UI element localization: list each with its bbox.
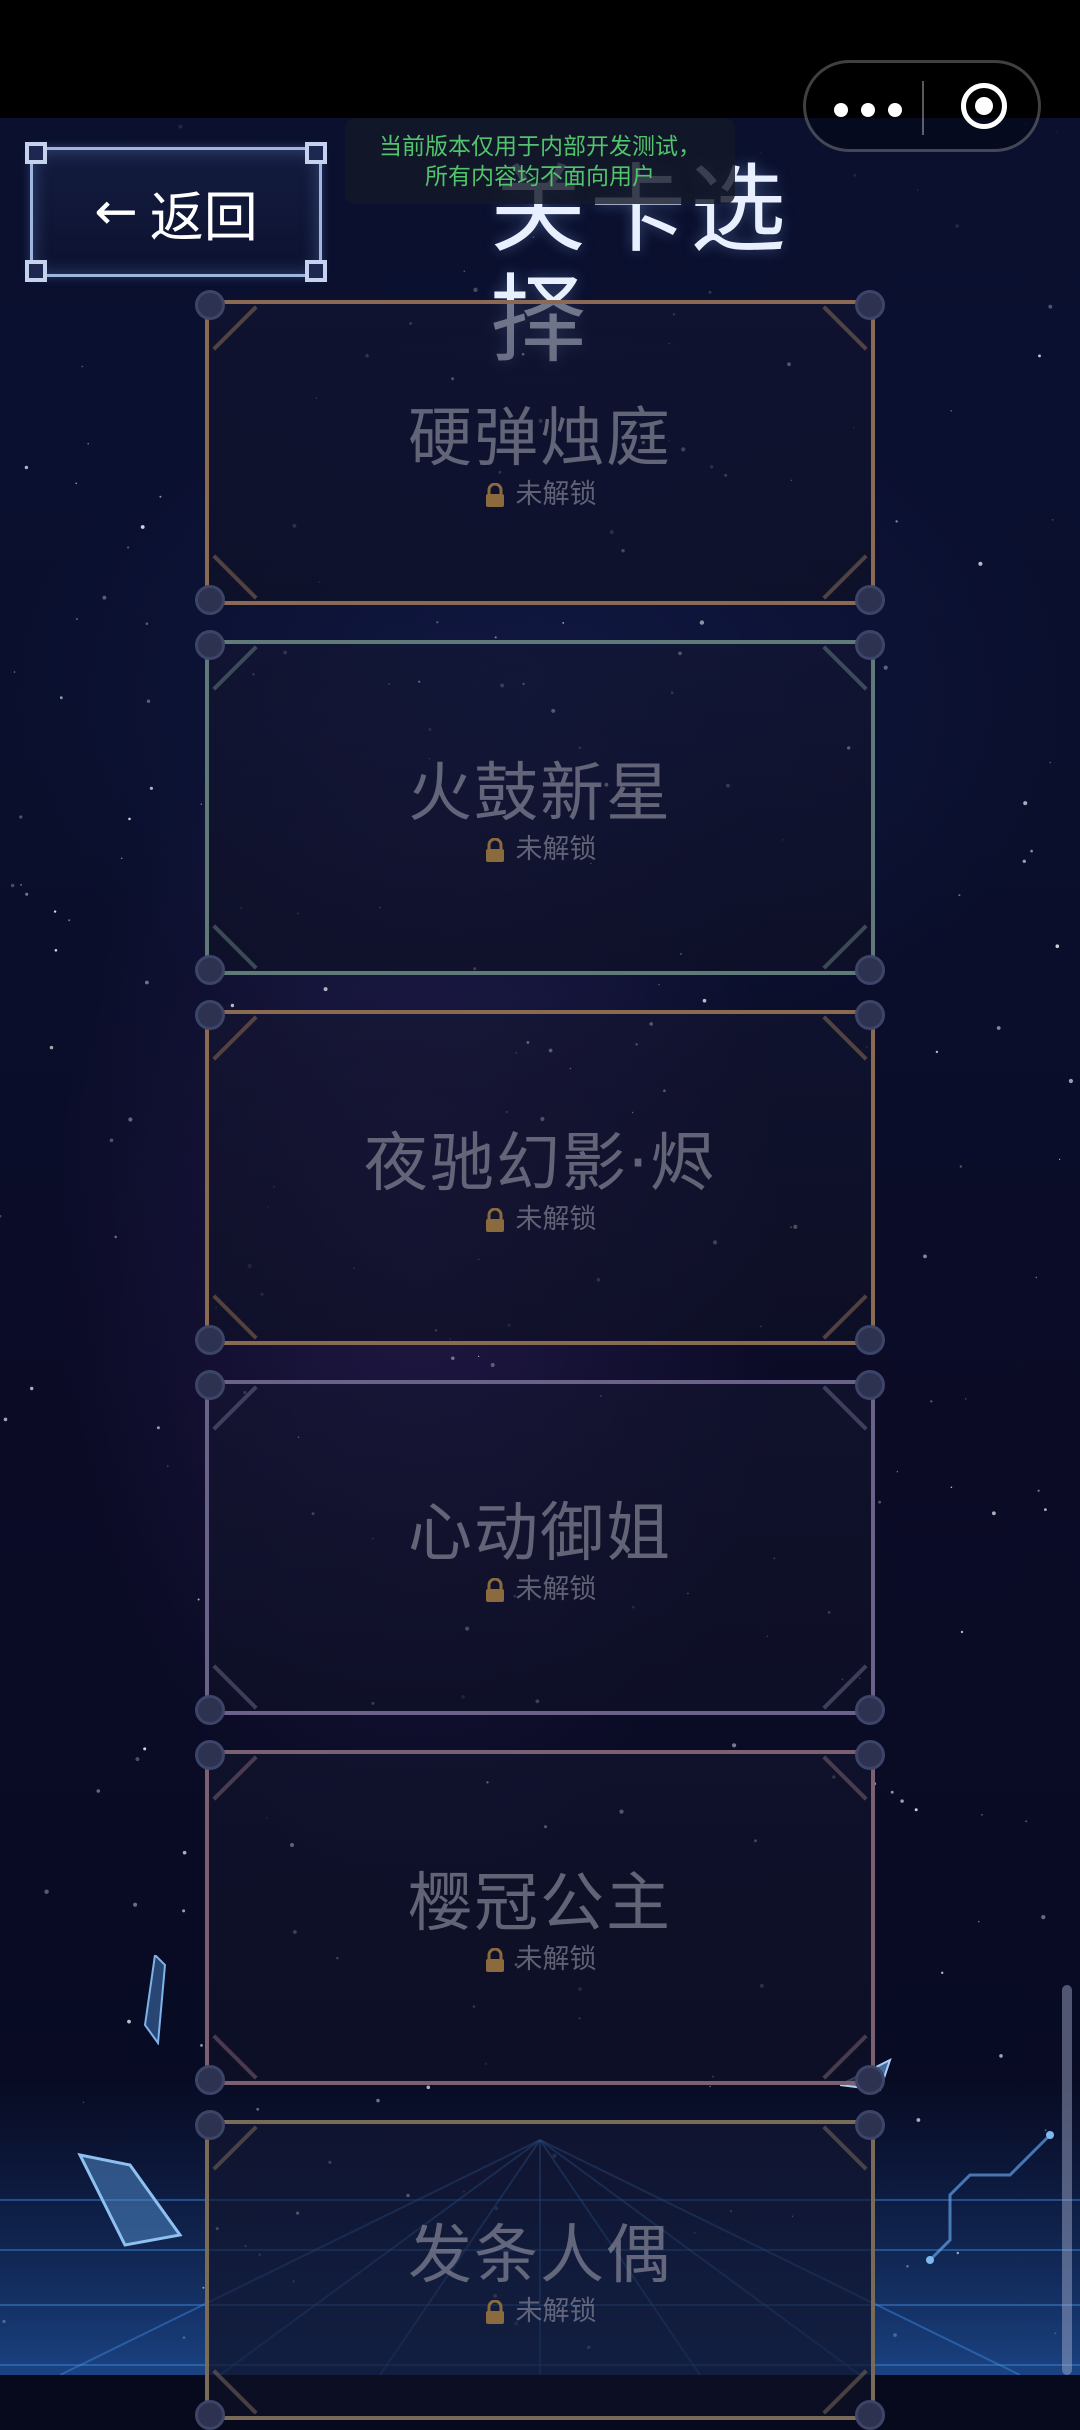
level-status-label: 未解锁 (515, 1203, 597, 1235)
level-card[interactable]: 夜驰幻影·烬 未解锁 (195, 1000, 885, 1355)
level-name: 火鼓新星 (408, 756, 672, 831)
dev-notice-line-2: 所有内容均不面向用户 (425, 164, 655, 190)
card-corner-node-icon (855, 2110, 885, 2140)
card-corner-node-icon (855, 1000, 885, 1030)
level-status-label: 未解锁 (515, 1943, 597, 1975)
card-corner-node-icon (195, 1325, 225, 1355)
dev-notice-line-1: 当前版本仅用于内部开发测试， (379, 134, 701, 160)
level-lock-status: 未解锁 (209, 472, 871, 511)
lock-icon (485, 1207, 504, 1232)
level-name: 硬弹烛庭 (408, 401, 672, 476)
dev-notice-banner: 当前版本仅用于内部开发测试， 所有内容均不面向用户 (345, 118, 735, 204)
level-card[interactable]: 心动御姐 未解锁 (195, 1370, 885, 1725)
level-name: 心动御姐 (408, 1496, 672, 1571)
level-lock-status: 未解锁 (209, 1197, 871, 1236)
back-button[interactable]: ← 返回 (25, 142, 327, 282)
capsule-divider (922, 81, 924, 135)
lock-icon (485, 482, 504, 507)
card-corner-node-icon (195, 2400, 225, 2430)
corner-bracket-icon (25, 260, 47, 282)
card-corner-node-icon (195, 1740, 225, 1770)
card-corner-node-icon (195, 1370, 225, 1400)
lock-icon (485, 1577, 504, 1602)
arrow-left-icon: ← (94, 182, 138, 242)
card-corner-node-icon (195, 630, 225, 660)
lock-icon (485, 837, 504, 862)
level-status-label: 未解锁 (515, 833, 597, 865)
target-close-icon[interactable] (961, 83, 1007, 129)
level-status-label: 未解锁 (515, 1573, 597, 1605)
level-card[interactable]: 樱冠公主 未解锁 (195, 1740, 885, 2095)
circuit-line-decoration (926, 2131, 1054, 2264)
level-card[interactable]: 发条人偶 未解锁 (195, 2110, 885, 2430)
card-corner-node-icon (195, 2110, 225, 2140)
level-status-label: 未解锁 (515, 478, 597, 510)
card-corner-node-icon (855, 585, 885, 615)
card-corner-node-icon (855, 290, 885, 320)
card-corner-node-icon (855, 1740, 885, 1770)
corner-bracket-icon (305, 260, 327, 282)
level-lock-status: 未解锁 (209, 2289, 871, 2328)
corner-bracket-icon (25, 142, 47, 164)
level-lock-status: 未解锁 (209, 1567, 871, 1606)
card-corner-node-icon (195, 2065, 225, 2095)
card-corner-node-icon (195, 955, 225, 985)
crystal-shard-left (77, 2152, 183, 2247)
level-status-label: 未解锁 (515, 2296, 597, 2327)
card-corner-node-icon (195, 1695, 225, 1725)
card-corner-node-icon (855, 1370, 885, 1400)
level-card[interactable]: 火鼓新星 未解锁 (195, 630, 885, 985)
level-name: 夜驰幻影·烬 (363, 1126, 717, 1201)
card-corner-node-icon (855, 2065, 885, 2095)
card-corner-node-icon (195, 290, 225, 320)
card-corner-node-icon (855, 1695, 885, 1725)
card-corner-node-icon (855, 630, 885, 660)
crystal-shard-small-left (143, 1955, 167, 2045)
level-lock-status: 未解锁 (209, 827, 871, 866)
card-corner-node-icon (195, 1000, 225, 1030)
mini-program-capsule (803, 60, 1041, 152)
more-dots-icon[interactable] (834, 95, 904, 123)
card-corner-node-icon (855, 955, 885, 985)
card-corner-node-icon (855, 2400, 885, 2430)
level-name: 樱冠公主 (408, 1866, 672, 1941)
lock-icon (485, 1947, 504, 1972)
level-lock-status: 未解锁 (209, 1937, 871, 1976)
card-corner-node-icon (855, 1325, 885, 1355)
scrollbar[interactable] (1062, 1985, 1072, 2375)
card-corner-node-icon (195, 585, 225, 615)
level-card[interactable]: 硬弹烛庭 未解锁 (195, 290, 885, 615)
back-button-label: 返回 (149, 185, 258, 249)
level-name: 发条人偶 (408, 2219, 672, 2293)
lock-icon (485, 2300, 504, 2324)
corner-bracket-icon (305, 142, 327, 164)
